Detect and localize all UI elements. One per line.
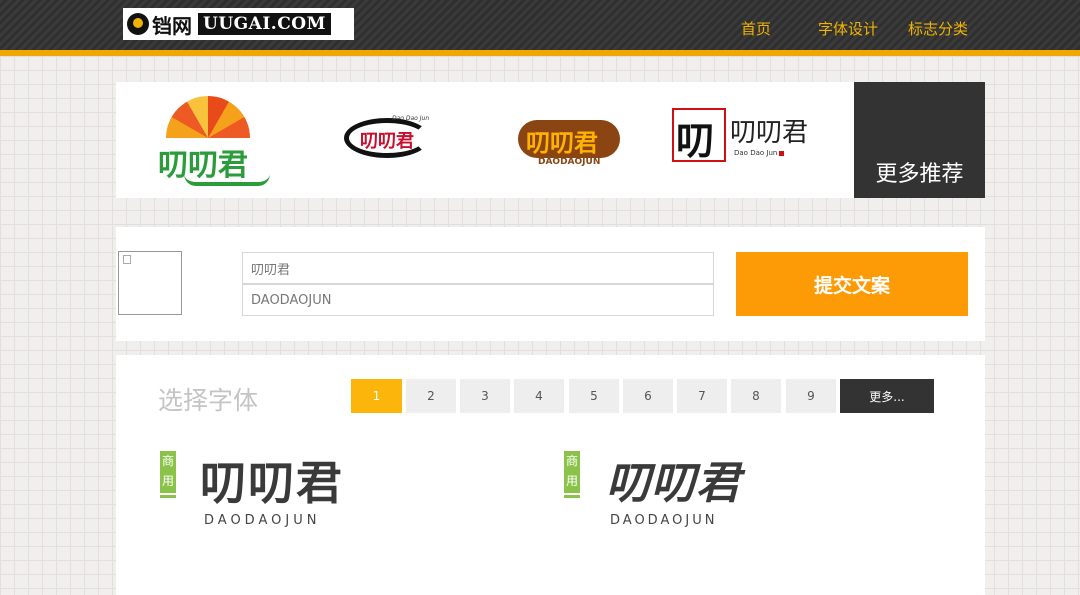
page-button-5[interactable]: 5 — [569, 379, 619, 413]
sample-1-cn-text: 叨叨君 — [200, 456, 344, 510]
brand-name-input[interactable]: 叨叨君 — [242, 252, 714, 284]
orange-slice-icon — [166, 96, 250, 138]
page-button-2[interactable]: 2 — [406, 379, 456, 413]
sample-2-en-text: DAODAOJUN — [610, 513, 718, 528]
recommended-logo-3[interactable]: 叨叨君 DAODAOJUN — [518, 118, 622, 170]
sample-2-cn-text: 叨叨君 — [606, 458, 741, 509]
preview-image — [118, 251, 182, 315]
nav-font-design[interactable]: 字体设计 — [818, 18, 878, 39]
sample-1-en-text: DAODAOJUN — [204, 513, 321, 528]
commercial-badge: 商用 — [564, 451, 580, 493]
red-frame-icon: 叨 — [672, 108, 726, 163]
logo-2-text: 叨叨君 — [360, 131, 414, 152]
broken-image-icon — [123, 255, 131, 264]
more-pages-button[interactable]: 更多... — [840, 379, 934, 413]
page-button-4[interactable]: 4 — [514, 379, 564, 413]
logo-en-text: UUGAI.COM — [198, 13, 331, 35]
logo-2-en-text: Dao Dao Jun — [392, 115, 430, 122]
text-input-panel: 叨叨君 DAODAOJUN 提交文案 — [116, 227, 985, 341]
site-logo[interactable]: 铛网 UUGAI.COM — [123, 8, 354, 40]
logo-3-text: 叨叨君 — [526, 128, 598, 157]
recommended-logos-strip: 叨叨君 Dao Dao Jun 叨叨君 叨叨君 DAODAOJUN 叨 叨叨君 … — [116, 82, 985, 198]
submit-text-button[interactable]: 提交文案 — [736, 252, 968, 316]
logo-3-en-text: DAODAOJUN — [538, 157, 601, 167]
page-button-9[interactable]: 9 — [786, 379, 836, 413]
commercial-badge: 商用 — [160, 451, 176, 493]
page-button-7[interactable]: 7 — [677, 379, 727, 413]
logo-4-text: 叨叨君 — [730, 118, 809, 148]
pinyin-input[interactable]: DAODAOJUN — [242, 284, 714, 316]
section-title: 选择字体 — [158, 386, 259, 415]
red-square-icon — [779, 151, 784, 156]
logo-4-en-text: Dao Dao Jun — [734, 149, 778, 157]
page-button-6[interactable]: 6 — [623, 379, 673, 413]
font-selection-panel: 选择字体 1 2 3 4 5 6 7 8 9 更多... 商用 叨叨君 DAOD… — [116, 355, 985, 595]
more-recommendations-button[interactable]: 更多推荐 — [854, 82, 985, 198]
header-accent-line — [0, 50, 1080, 56]
badge-underline — [160, 495, 176, 498]
page-button-1[interactable]: 1 — [351, 379, 402, 413]
font-sample-1[interactable]: 商用 叨叨君 DAODAOJUN — [160, 451, 360, 541]
swoosh-icon — [184, 174, 270, 186]
recommended-logo-2[interactable]: Dao Dao Jun 叨叨君 — [344, 112, 434, 168]
nav-logo-category[interactable]: 标志分类 — [908, 18, 968, 39]
logo-cn-text: 铛网 — [152, 13, 192, 38]
top-bar: 铛网 UUGAI.COM 首页 字体设计 标志分类 — [0, 0, 1080, 50]
logo-icon — [127, 13, 149, 35]
font-sample-2[interactable]: 商用 叨叨君 DAODAOJUN — [564, 451, 764, 541]
nav-home[interactable]: 首页 — [741, 18, 771, 39]
recommended-logo-4[interactable]: 叨 叨叨君 Dao Dao Jun — [672, 106, 808, 166]
page-button-3[interactable]: 3 — [460, 379, 510, 413]
recommended-logo-1[interactable]: 叨叨君 — [156, 96, 272, 186]
badge-underline — [564, 495, 580, 498]
page-button-8[interactable]: 8 — [731, 379, 781, 413]
